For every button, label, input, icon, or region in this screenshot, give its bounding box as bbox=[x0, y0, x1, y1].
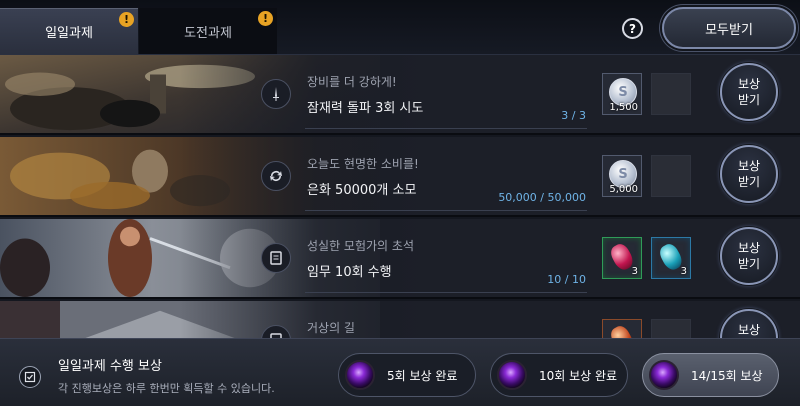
top-bar: 일일과제 ! 도전과제 ! ? 모두받기 bbox=[0, 0, 800, 55]
purple-orb-icon bbox=[345, 360, 375, 390]
tab-label: 일일과제 bbox=[45, 26, 93, 41]
tab-challenge-tasks[interactable]: 도전과제 ! bbox=[139, 8, 277, 54]
row-divider bbox=[305, 210, 587, 211]
help-icon[interactable]: ? bbox=[622, 18, 643, 39]
scroll-icon bbox=[261, 243, 291, 273]
reward-slot-silver-coin[interactable]: S 5,000 bbox=[602, 155, 642, 197]
reward-slot-red-gem[interactable]: 3 bbox=[602, 237, 642, 279]
claim-label-line2: 받기 bbox=[737, 257, 761, 271]
claim-reward-button[interactable]: 보상 받기 bbox=[720, 63, 778, 121]
alert-badge-icon: ! bbox=[258, 11, 273, 26]
tab-label: 도전과제 bbox=[184, 25, 232, 41]
reward-quantity: 3 bbox=[631, 266, 638, 277]
claim-label-line2: 받기 bbox=[737, 175, 761, 189]
quest-progress: 10 / 10 bbox=[547, 273, 586, 286]
reward-slot-cyan-gem[interactable]: 3 bbox=[651, 237, 691, 279]
panel-title: 일일과제 수행 보상 bbox=[58, 359, 162, 374]
row-divider bbox=[305, 128, 587, 129]
sword-icon bbox=[261, 79, 291, 109]
milestone-10-button[interactable]: 10회 보상 완료 bbox=[490, 353, 628, 397]
quest-subtitle: 오늘도 현명한 소비를! bbox=[307, 157, 419, 171]
reward-slot-empty bbox=[651, 155, 691, 197]
milestone-label: 5회 보상 완료 bbox=[387, 368, 458, 383]
row-divider bbox=[305, 292, 587, 293]
quest-progress: 50,000 / 50,000 bbox=[498, 191, 586, 204]
milestone-label: 14/15회 보상 bbox=[691, 368, 763, 383]
quest-title: 은화 50000개 소모 bbox=[307, 183, 417, 198]
purple-orb-icon bbox=[497, 360, 527, 390]
claim-all-button[interactable]: 모두받기 bbox=[662, 7, 796, 49]
refresh-icon bbox=[261, 161, 291, 191]
quest-progress: 3 / 3 bbox=[561, 109, 586, 122]
quest-title: 잠재력 돌파 3회 시도 bbox=[307, 101, 424, 116]
panel-description: 각 진행보상은 하루 한번만 획득할 수 있습니다. bbox=[58, 382, 275, 395]
claim-reward-button[interactable]: 보상 받기 bbox=[720, 227, 778, 285]
reward-slot-empty bbox=[651, 73, 691, 115]
milestone-label: 10회 보상 완료 bbox=[539, 368, 618, 383]
claim-label-line1: 보상 bbox=[737, 241, 761, 255]
quest-title: 임무 10회 수행 bbox=[307, 265, 392, 280]
reward-quantity: 5,000 bbox=[609, 184, 638, 195]
checklist-icon bbox=[19, 366, 41, 388]
quest-row: 성실한 모험가의 초석 임무 10회 수행 10 / 10 3 3 보상 받기 bbox=[0, 219, 800, 299]
claim-reward-button[interactable]: 보상 받기 bbox=[720, 145, 778, 203]
quest-subtitle: 거상의 길 bbox=[307, 321, 355, 335]
alert-badge-icon: ! bbox=[119, 12, 134, 27]
reward-quantity: 3 bbox=[680, 266, 687, 277]
claim-label-line1: 보상 bbox=[737, 159, 761, 173]
claim-label-line1: 보상 bbox=[737, 77, 761, 91]
reward-quantity: 1,500 bbox=[609, 102, 638, 113]
tab-daily-tasks[interactable]: 일일과제 ! bbox=[0, 8, 138, 54]
claim-label-line2: 받기 bbox=[737, 93, 761, 107]
quest-subtitle: 장비를 더 강하게! bbox=[307, 75, 397, 89]
claim-label-line1: 보상 bbox=[737, 323, 761, 337]
milestone-5-button[interactable]: 5회 보상 완료 bbox=[338, 353, 476, 397]
daily-reward-panel: 일일과제 수행 보상 각 진행보상은 하루 한번만 획득할 수 있습니다. 5회… bbox=[0, 338, 800, 406]
quest-row: 장비를 더 강하게! 잠재력 돌파 3회 시도 3 / 3 S 1,500 보상… bbox=[0, 55, 800, 135]
milestone-15-button[interactable]: 14/15회 보상 bbox=[642, 353, 779, 397]
quest-row: 오늘도 현명한 소비를! 은화 50000개 소모 50,000 / 50,00… bbox=[0, 137, 800, 217]
quest-subtitle: 성실한 모험가의 초석 bbox=[307, 239, 414, 253]
reward-slot-silver-coin[interactable]: S 1,500 bbox=[602, 73, 642, 115]
purple-orb-icon bbox=[649, 360, 679, 390]
